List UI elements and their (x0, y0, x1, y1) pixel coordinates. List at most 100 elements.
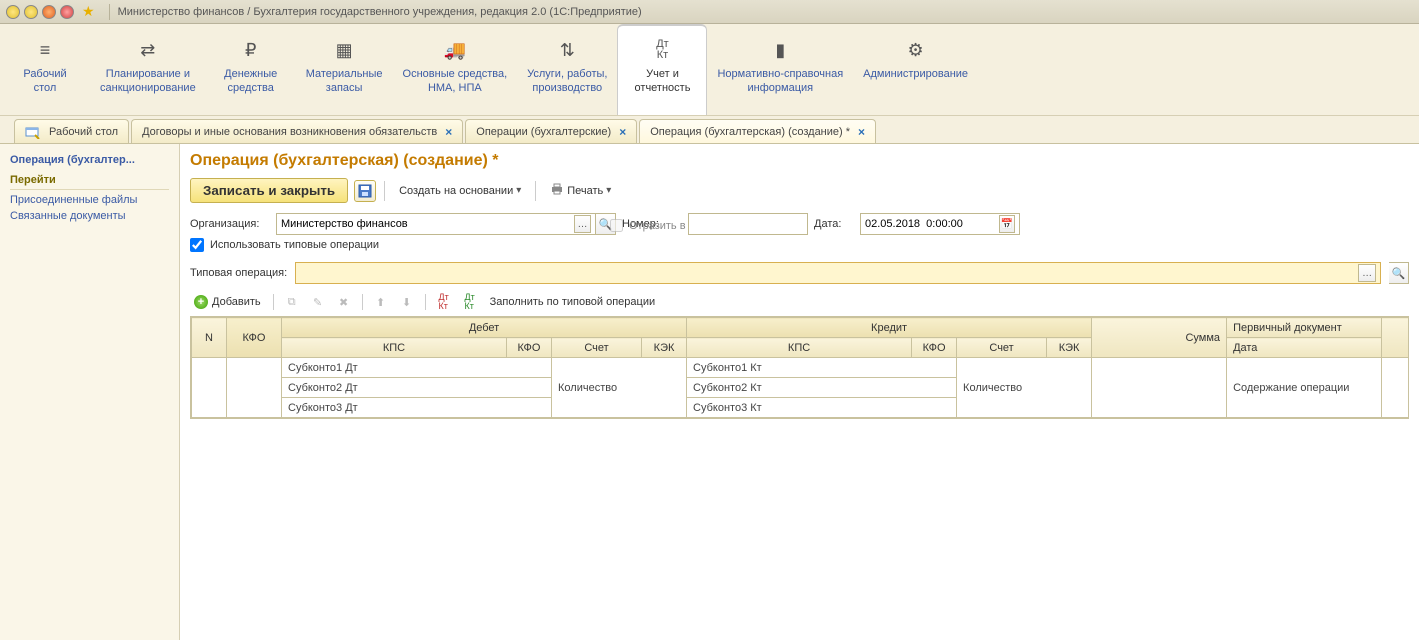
sidebar-link-related[interactable]: Связанные документы (10, 210, 169, 222)
close-tab-icon[interactable]: × (445, 125, 452, 139)
table-row[interactable]: Субконто1 Дт Количество Субконто1 Кт Кол… (192, 358, 1410, 378)
nav-desktop[interactable]: ≡ Рабочийстол (0, 24, 90, 115)
write-and-close-button[interactable]: Записать и закрыть (190, 178, 348, 203)
move-down-button[interactable]: ⬇ (397, 292, 417, 312)
create-based-on-button[interactable]: Создать на основании ▾ (393, 182, 527, 200)
select-button[interactable]: … (574, 215, 591, 233)
dtkt-green-icon[interactable]: ДтКт (460, 292, 480, 312)
cell-subk1k[interactable]: Субконто1 Кт (687, 358, 957, 378)
nav-accounting[interactable]: ДтКт Учет иотчетность (617, 24, 707, 115)
cell-subk2k[interactable]: Субконто2 Кт (687, 378, 957, 398)
cell-subk2d[interactable]: Субконто2 Дт (282, 378, 552, 398)
org-label: Организация: (190, 218, 270, 230)
col-kps-k[interactable]: КПС (687, 338, 912, 358)
org-lookup: … 🔍 (276, 213, 616, 235)
nav-services[interactable]: ⇅ Услуги, работы,производство (517, 24, 617, 115)
col-date[interactable]: Дата (1227, 338, 1382, 358)
col-debit[interactable]: Дебет (282, 318, 687, 338)
select-button[interactable]: … (1358, 264, 1376, 282)
document-tabs: Рабочий стол Договоры и иные основания в… (0, 116, 1419, 144)
date-input-wrap: 📅 (860, 213, 1020, 235)
copy-button[interactable]: ⧉ (282, 292, 302, 312)
dtkt-icon: ДтКт (656, 36, 669, 64)
cell-subk3k[interactable]: Субконто3 Кт (687, 398, 957, 418)
col-kfo-d[interactable]: КФО (507, 338, 552, 358)
col-kek-d[interactable]: КЭК (642, 338, 687, 358)
delete-button[interactable]: ✖ (334, 292, 354, 312)
separator (425, 294, 426, 310)
cell-qty-d[interactable]: Количество (552, 358, 687, 418)
nav-materials[interactable]: ▦ Материальныезапасы (296, 24, 393, 115)
col-extra[interactable] (1382, 318, 1409, 358)
planning-icon: ⇄ (140, 36, 155, 64)
nav-reference[interactable]: ▮ Нормативно-справочнаяинформация (707, 24, 853, 115)
reflect-checkbox[interactable] (610, 219, 623, 232)
edit-button[interactable]: ✎ (308, 292, 328, 312)
separator (273, 294, 274, 310)
col-kfo[interactable]: КФО (227, 318, 282, 358)
tab-label: Операция (бухгалтерская) (создание) * (650, 126, 850, 138)
nav-label: Администрирование (863, 68, 968, 82)
use-typed-row: Использовать типовые операции (190, 238, 1409, 252)
use-typed-checkbox[interactable] (190, 238, 204, 252)
number-input[interactable] (693, 218, 803, 230)
chevron-down-icon: ▾ (516, 185, 521, 196)
col-n[interactable]: N (192, 318, 227, 358)
cell-qty-k[interactable]: Количество (957, 358, 1092, 418)
cell-op-content[interactable]: Содержание операции (1227, 358, 1382, 418)
save-button[interactable] (354, 180, 376, 202)
number-input-wrap (688, 213, 808, 235)
date-input[interactable] (865, 218, 997, 230)
col-kfo-k[interactable]: КФО (912, 338, 957, 358)
col-primary-doc[interactable]: Первичный документ (1227, 318, 1382, 338)
nav-planning[interactable]: ⇄ Планирование исанкционирование (90, 24, 206, 115)
maximize-icon[interactable] (42, 5, 56, 19)
close-tab-icon[interactable]: × (619, 125, 626, 139)
separator (109, 4, 110, 20)
calendar-icon[interactable]: 📅 (999, 215, 1015, 233)
nav-label: Нормативно-справочнаяинформация (717, 68, 843, 96)
titlebar: ★ Министерство финансов / Бухгалтерия го… (0, 0, 1419, 24)
col-credit[interactable]: Кредит (687, 318, 1092, 338)
tab-operations-list[interactable]: Операции (бухгалтерские) × (465, 119, 637, 143)
page-title: Операция (бухгалтерская) (создание) * (190, 152, 1409, 170)
dtkt-red-icon[interactable]: ДтКт (434, 292, 454, 312)
nav-admin[interactable]: ⚙ Администрирование (853, 24, 978, 115)
sidebar-title: Операция (бухгалтер... (10, 154, 169, 166)
move-up-button[interactable]: ⬆ (371, 292, 391, 312)
org-input[interactable] (281, 218, 572, 230)
typed-op-input[interactable] (300, 266, 1358, 281)
add-row-button[interactable]: + Добавить (190, 293, 265, 311)
search-icon[interactable]: 🔍 (1389, 262, 1409, 284)
cell-subk1d[interactable]: Субконто1 Дт (282, 358, 552, 378)
col-kek-k[interactable]: КЭК (1047, 338, 1092, 358)
entries-grid[interactable]: N КФО Дебет Кредит Сумма Первичный докум… (190, 316, 1409, 419)
favorite-icon[interactable]: ★ (82, 3, 95, 20)
tab-contracts[interactable]: Договоры и иные основания возникновения … (131, 119, 463, 143)
org-input-wrap: … (276, 213, 596, 235)
cell-subk3d[interactable]: Субконто3 Дт (282, 398, 552, 418)
close-tab-icon[interactable]: × (858, 125, 865, 139)
ruble-icon: ₽ (245, 36, 256, 64)
nav-label: Планирование исанкционирование (100, 68, 196, 96)
print-button[interactable]: Печать ▾ (544, 180, 617, 201)
nav-label: Услуги, работы,производство (527, 68, 607, 96)
nav-assets[interactable]: 🚚 Основные средства,НМА, НПА (393, 24, 518, 115)
nav-money[interactable]: ₽ Денежныесредства (206, 24, 296, 115)
form-toolbar: Записать и закрыть Создать на основании … (190, 178, 1409, 203)
col-account-d[interactable]: Счет (552, 338, 642, 358)
col-sum[interactable]: Сумма (1092, 318, 1227, 358)
col-account-k[interactable]: Счет (957, 338, 1047, 358)
tab-operation-create[interactable]: Операция (бухгалтерская) (создание) * × (639, 119, 876, 143)
nav-label: Денежныесредства (224, 68, 277, 96)
tab-desktop[interactable]: Рабочий стол (14, 119, 129, 143)
minimize-icon[interactable] (24, 5, 38, 19)
fill-by-typed-button[interactable]: Заполнить по типовой операции (486, 294, 660, 310)
date-label: Дата: (814, 218, 854, 230)
col-kps-d[interactable]: КПС (282, 338, 507, 358)
close-icon[interactable] (60, 5, 74, 19)
typed-op-row: Типовая операция: … 🔍 (190, 262, 1409, 284)
nav-label: Материальныезапасы (306, 68, 383, 96)
sidebar-link-attached[interactable]: Присоединенные файлы (10, 194, 169, 206)
grid-toolbar: + Добавить ⧉ ✎ ✖ ⬆ ⬇ ДтКт ДтКт Заполнить… (190, 292, 1409, 312)
